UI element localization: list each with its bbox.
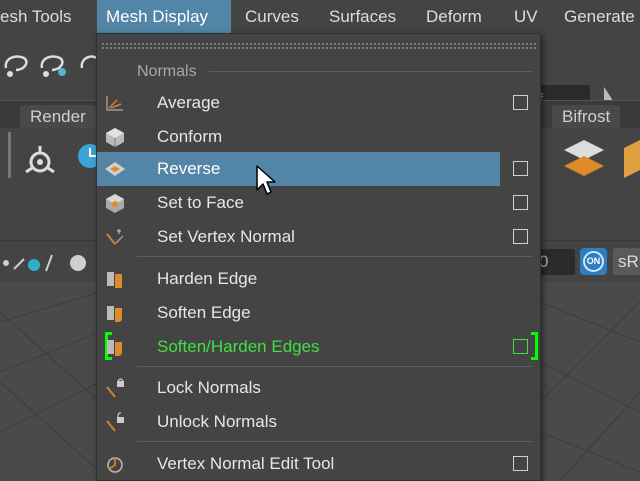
set-to-face-option-box[interactable] bbox=[513, 195, 528, 210]
reverse-option-box[interactable] bbox=[513, 161, 528, 176]
menu-separator bbox=[137, 256, 532, 257]
vertex-normal-edit-tool-option-box[interactable] bbox=[513, 456, 528, 471]
menu-generate[interactable]: Generate bbox=[556, 0, 640, 33]
display-options-icon[interactable] bbox=[0, 251, 90, 275]
on-label: ON bbox=[583, 251, 604, 272]
menu-separator bbox=[137, 366, 532, 367]
menu-item-soften-harden-edges[interactable]: Soften/Harden Edges bbox=[97, 330, 500, 364]
vertex-normal-edit-tool-icon bbox=[107, 457, 123, 473]
soften-harden-edges-icon bbox=[107, 340, 122, 356]
set-vertex-normal-option-box[interactable] bbox=[513, 229, 528, 244]
conform-normals-icon bbox=[106, 128, 124, 147]
menu-item-conform[interactable]: Conform bbox=[97, 120, 500, 154]
box-icon[interactable] bbox=[624, 140, 640, 180]
average-normals-icon bbox=[106, 96, 123, 111]
unlock-normals-icon bbox=[106, 412, 124, 432]
menu-item-reverse[interactable]: Reverse bbox=[97, 152, 500, 186]
menu-surfaces[interactable]: Surfaces bbox=[321, 0, 404, 33]
menu-item-label: Reverse bbox=[157, 159, 221, 178]
average-option-box[interactable] bbox=[513, 95, 528, 110]
menu-item-label: Vertex Normal Edit Tool bbox=[157, 454, 335, 473]
reverse-normals-icon bbox=[105, 162, 125, 176]
paint-select-icon[interactable] bbox=[38, 50, 72, 80]
uv-layout-icon[interactable] bbox=[560, 138, 608, 178]
tear-off-handle[interactable] bbox=[101, 42, 537, 49]
colorspace-field[interactable]: sR bbox=[613, 248, 640, 275]
menu-item-harden-edge[interactable]: Harden Edge bbox=[97, 262, 500, 296]
menu-separator bbox=[137, 441, 532, 442]
number-field[interactable]: 0 bbox=[535, 249, 575, 275]
lasso-select-icon[interactable] bbox=[2, 50, 32, 80]
tab-rendering[interactable]: Render bbox=[20, 105, 96, 129]
menu-deform[interactable]: Deform bbox=[418, 0, 490, 33]
main-menubar: esh Tools Mesh Display Curves Surfaces D… bbox=[0, 0, 640, 33]
section-header-normals: Normals bbox=[137, 63, 197, 80]
section-divider bbox=[209, 71, 532, 72]
soften-harden-edges-option-box[interactable] bbox=[513, 339, 528, 354]
soften-edge-icon bbox=[107, 306, 122, 322]
tab-bifrost[interactable]: Bifrost bbox=[552, 105, 621, 129]
menu-item-label: Lock Normals bbox=[157, 378, 261, 397]
lock-normals-icon bbox=[106, 378, 124, 398]
menu-item-label: Set Vertex Normal bbox=[157, 227, 295, 246]
menu-item-vertex-normal-edit-tool[interactable]: Vertex Normal Edit Tool bbox=[97, 447, 500, 481]
menu-item-lock-normals[interactable]: Lock Normals bbox=[97, 371, 500, 405]
menu-item-unlock-normals[interactable]: Unlock Normals bbox=[97, 405, 500, 439]
highlight-bracket-right bbox=[531, 332, 538, 360]
menu-mesh-display[interactable]: Mesh Display bbox=[97, 0, 231, 33]
camera-rig-icon[interactable] bbox=[20, 142, 60, 182]
menu-item-label: Conform bbox=[157, 127, 223, 146]
select-tool-icon[interactable] bbox=[78, 50, 98, 80]
menu-item-set-to-face[interactable]: Set to Face bbox=[97, 186, 500, 220]
menu-item-label: Set to Face bbox=[157, 193, 244, 212]
set-to-face-icon bbox=[106, 194, 124, 213]
menu-item-label: Harden Edge bbox=[157, 269, 258, 288]
menu-item-label: Soften Edge bbox=[157, 303, 251, 322]
menu-item-label: Average bbox=[157, 93, 221, 112]
set-vertex-normal-icon bbox=[106, 229, 124, 245]
menu-item-average[interactable]: Average bbox=[97, 86, 500, 120]
menu-item-label: Soften/Harden Edges bbox=[157, 337, 320, 356]
menu-uv[interactable]: UV bbox=[506, 0, 546, 33]
mesh-display-menu: Normals Average Conform Reverse Set to F… bbox=[96, 33, 541, 481]
menu-item-soften-edge[interactable]: Soften Edge bbox=[97, 296, 500, 330]
menu-item-set-vertex-normal[interactable]: Set Vertex Normal bbox=[97, 220, 500, 254]
shelf-divider bbox=[8, 132, 11, 178]
harden-edge-icon bbox=[107, 272, 122, 288]
menu-curves[interactable]: Curves bbox=[237, 0, 307, 33]
mouse-cursor-icon bbox=[256, 165, 276, 195]
menu-mesh-tools[interactable]: esh Tools bbox=[0, 0, 80, 33]
toggle-on-button[interactable]: ON bbox=[580, 248, 607, 275]
menu-item-label: Unlock Normals bbox=[157, 412, 277, 431]
